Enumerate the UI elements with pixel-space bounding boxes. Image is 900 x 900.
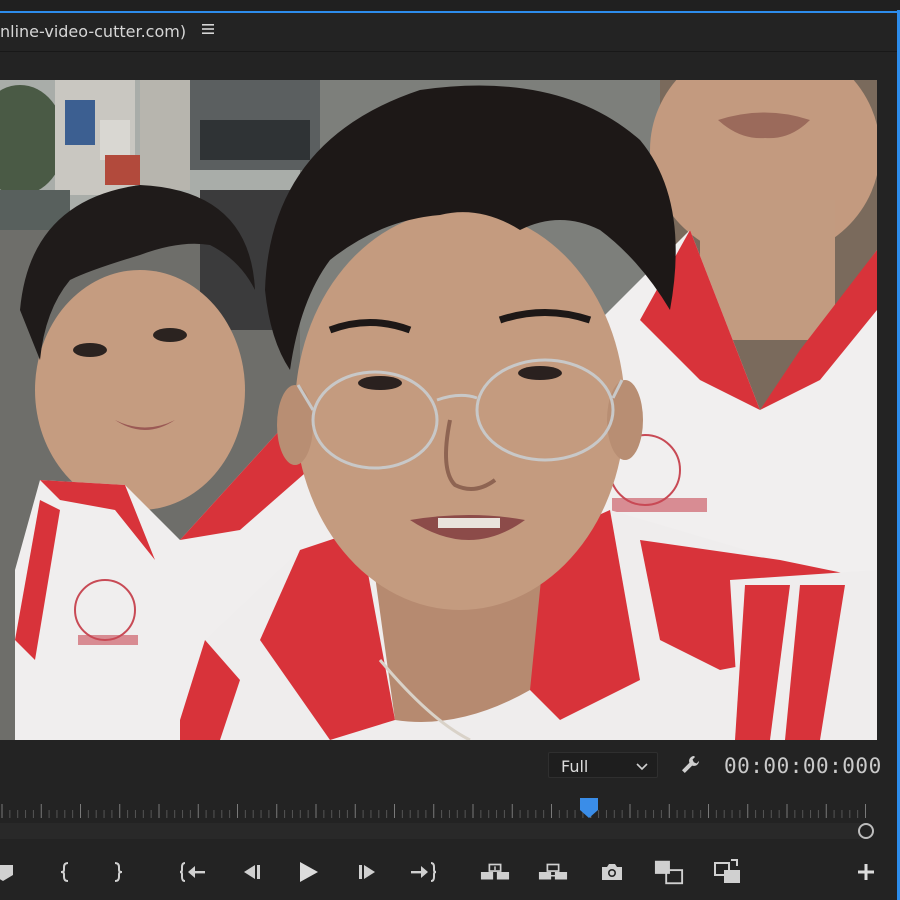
timecode-display[interactable]: 00:00:00:000 bbox=[724, 754, 882, 778]
zoom-level-value: Full bbox=[561, 757, 589, 776]
export-frame-icon[interactable] bbox=[597, 858, 627, 886]
step-back-icon[interactable] bbox=[236, 858, 266, 886]
extract-icon[interactable] bbox=[538, 858, 568, 886]
go-to-in-icon[interactable] bbox=[178, 858, 208, 886]
wrench-icon[interactable] bbox=[679, 753, 703, 777]
program-monitor-panel: nline-video-cutter.com) Full 00:00:00:00… bbox=[0, 0, 900, 900]
go-to-out-icon[interactable] bbox=[408, 858, 438, 886]
panel-header: nline-video-cutter.com) bbox=[0, 13, 897, 52]
hamburger-icon[interactable] bbox=[200, 21, 216, 41]
step-forward-icon[interactable] bbox=[353, 858, 383, 886]
video-preview[interactable] bbox=[0, 80, 877, 740]
video-frame bbox=[0, 80, 877, 740]
mark-in-icon[interactable] bbox=[50, 858, 80, 886]
comparison-view-icon[interactable] bbox=[654, 858, 684, 886]
mark-out-icon[interactable] bbox=[103, 858, 133, 886]
timeline-scrubber[interactable] bbox=[0, 795, 880, 845]
playhead-handle[interactable] bbox=[579, 797, 599, 819]
toggle-proxies-icon[interactable] bbox=[713, 858, 743, 886]
add-button-icon[interactable] bbox=[851, 858, 881, 886]
panel-focus-border bbox=[0, 0, 900, 13]
timeline-ruler bbox=[1, 804, 866, 818]
monitor-controls: Full 00:00:00:000 bbox=[0, 748, 897, 784]
timeline-track[interactable] bbox=[0, 823, 860, 839]
lift-icon[interactable] bbox=[480, 858, 510, 886]
panel-title[interactable]: nline-video-cutter.com) bbox=[0, 22, 186, 41]
chevron-down-icon bbox=[635, 758, 649, 772]
zoom-scroll-handle[interactable] bbox=[858, 823, 874, 839]
play-icon[interactable] bbox=[293, 858, 323, 886]
transport-controls bbox=[0, 852, 897, 892]
add-marker-icon[interactable] bbox=[0, 858, 18, 886]
zoom-level-select[interactable]: Full bbox=[548, 752, 658, 778]
